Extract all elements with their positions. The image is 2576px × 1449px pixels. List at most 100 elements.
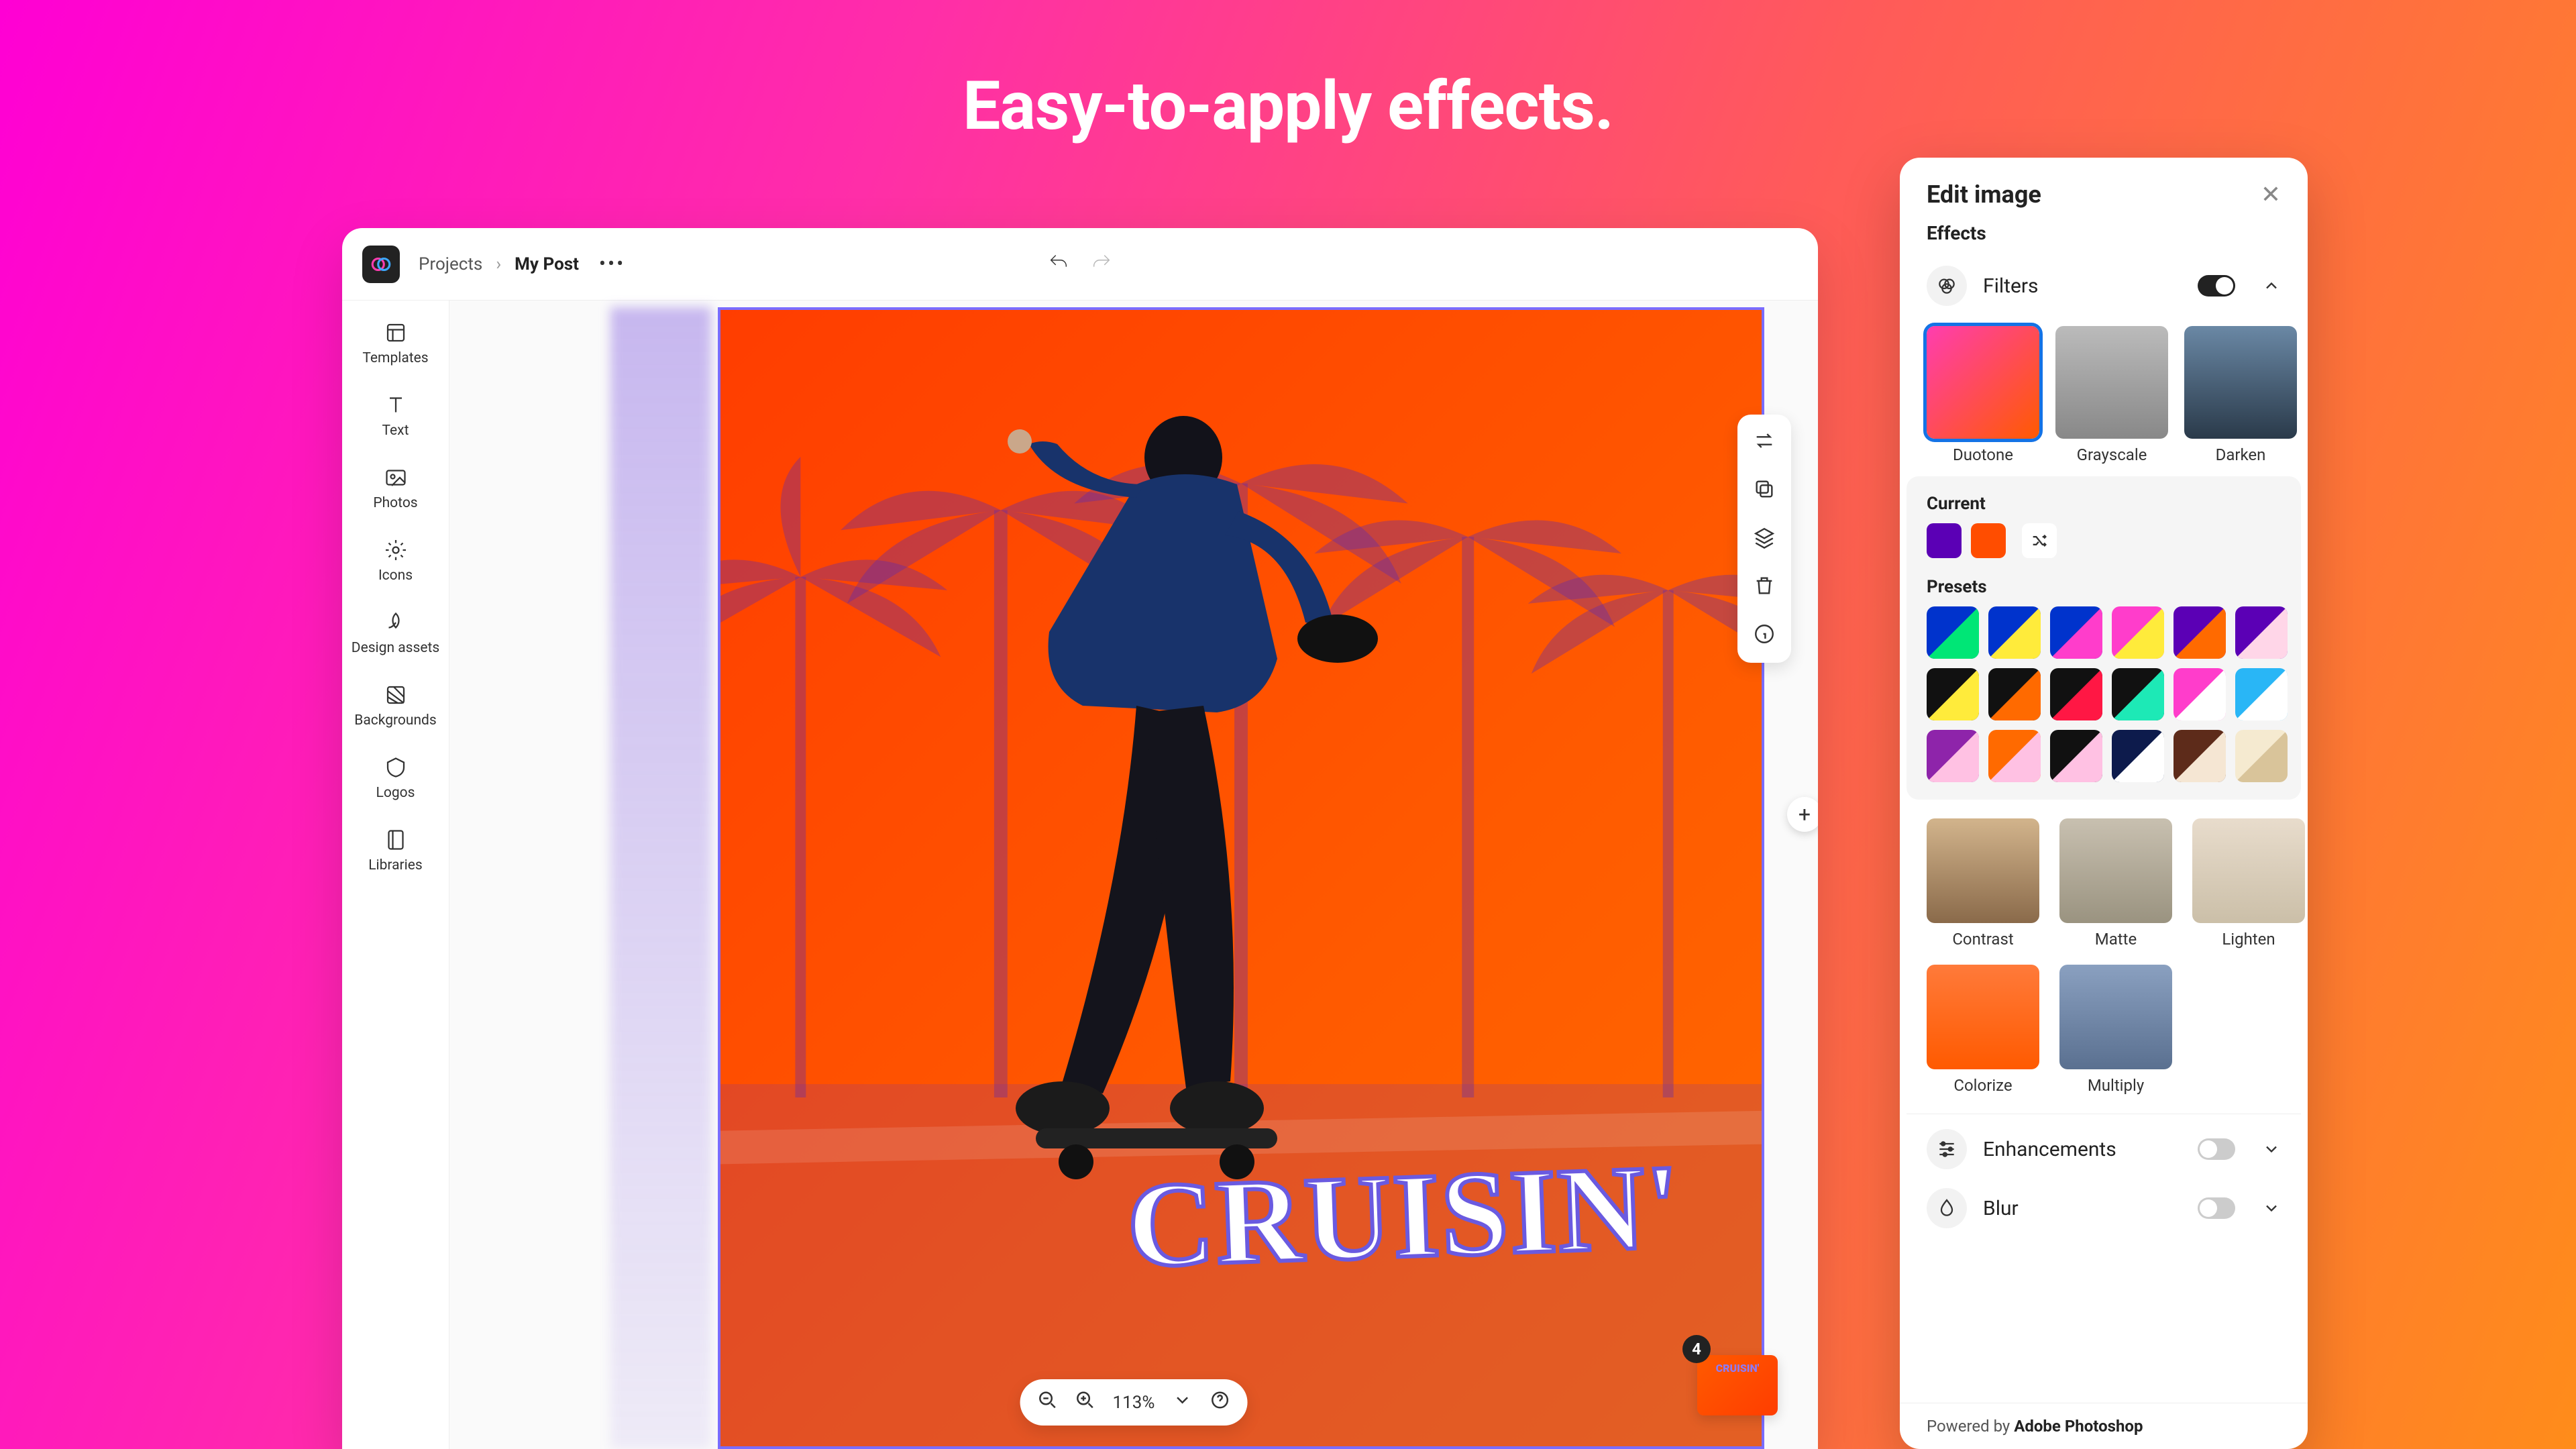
footer-prefix: Powered by bbox=[1927, 1417, 2014, 1436]
more-icon[interactable]: ••• bbox=[599, 252, 625, 276]
preset-swatch[interactable] bbox=[1927, 730, 1979, 782]
zoom-in-icon[interactable] bbox=[1075, 1390, 1095, 1415]
filter-tiles: Duotone Grayscale Darken bbox=[1900, 315, 2308, 470]
presets-label: Presets bbox=[1927, 577, 2281, 597]
chevron-down-icon[interactable] bbox=[2262, 1199, 2281, 1218]
chevron-down-icon[interactable] bbox=[1172, 1390, 1192, 1415]
preset-swatch[interactable] bbox=[2235, 606, 2288, 659]
blur-row[interactable]: Blur bbox=[1900, 1179, 2308, 1238]
sidebar-item-backgrounds[interactable]: Backgrounds bbox=[342, 683, 449, 729]
sidebar-item-text[interactable]: Text bbox=[342, 393, 449, 439]
panel-section-title: Effects bbox=[1900, 222, 2308, 256]
sidebar-item-templates[interactable]: Templates bbox=[342, 321, 449, 366]
presets-grid bbox=[1927, 606, 2281, 782]
preset-swatch[interactable] bbox=[2174, 606, 2226, 659]
filter-tile-multiply[interactable]: Multiply bbox=[2059, 965, 2172, 1095]
sidebar-item-design-assets[interactable]: Design assets bbox=[342, 610, 449, 656]
filter-tile-lighten[interactable]: Lighten bbox=[2192, 818, 2305, 949]
filter-tile-label: Contrast bbox=[1952, 930, 2013, 949]
preset-swatch[interactable] bbox=[2174, 668, 2226, 720]
swatch-current-2[interactable] bbox=[1971, 523, 2006, 558]
zoom-bar: 113% bbox=[1020, 1379, 1248, 1426]
footer-brand: Adobe Photoshop bbox=[2014, 1417, 2143, 1436]
sidebar-item-icons[interactable]: Icons bbox=[342, 538, 449, 584]
enhancements-row[interactable]: Enhancements bbox=[1900, 1120, 2308, 1179]
add-button[interactable]: + bbox=[1787, 797, 1818, 832]
preset-swatch[interactable] bbox=[2235, 730, 2288, 782]
enhancements-label: Enhancements bbox=[1983, 1138, 2182, 1161]
filters-toggle[interactable] bbox=[2198, 275, 2235, 297]
filters-row[interactable]: Filters bbox=[1900, 256, 2308, 315]
filter-tile-label: Lighten bbox=[2222, 930, 2275, 949]
enhancements-toggle[interactable] bbox=[2198, 1138, 2235, 1160]
swap-icon[interactable] bbox=[1753, 429, 1776, 455]
sidebar-item-label: Icons bbox=[378, 568, 413, 584]
artboard[interactable]: CRUISIN' bbox=[718, 307, 1764, 1449]
filter-tile-matte[interactable]: Matte bbox=[2059, 818, 2172, 949]
chevron-up-icon[interactable] bbox=[2262, 276, 2281, 295]
filter-tile-label: Matte bbox=[2095, 930, 2137, 949]
redo-icon[interactable] bbox=[1090, 252, 1113, 277]
sidebar-item-label: Libraries bbox=[368, 857, 423, 873]
close-icon[interactable]: ✕ bbox=[2261, 180, 2281, 209]
help-icon[interactable] bbox=[1210, 1390, 1230, 1415]
canvas-text-overlay[interactable]: CRUISIN' bbox=[1124, 1137, 1683, 1295]
breadcrumb-current: My Post bbox=[515, 254, 579, 274]
preset-swatch[interactable] bbox=[1927, 668, 1979, 720]
blur-label: Blur bbox=[1983, 1197, 2182, 1220]
pages-thumbnail[interactable]: CRUISIN' bbox=[1697, 1355, 1778, 1415]
swatch-current-1[interactable] bbox=[1927, 523, 1962, 558]
chevron-down-icon[interactable] bbox=[2262, 1140, 2281, 1159]
preset-swatch[interactable] bbox=[2235, 668, 2288, 720]
filters-label: Filters bbox=[1983, 274, 2182, 298]
trash-icon[interactable] bbox=[1753, 574, 1776, 600]
preset-swatch[interactable] bbox=[2112, 730, 2164, 782]
panel-title: Edit image bbox=[1927, 180, 2041, 209]
layers-icon[interactable] bbox=[1753, 526, 1776, 551]
filter-tile-grayscale[interactable]: Grayscale bbox=[2055, 326, 2168, 464]
preset-swatch[interactable] bbox=[2112, 606, 2164, 659]
preset-swatch[interactable] bbox=[1988, 668, 2041, 720]
zoom-out-icon[interactable] bbox=[1038, 1390, 1058, 1415]
preset-swatch[interactable] bbox=[2174, 730, 2226, 782]
sidebar-item-photos[interactable]: Photos bbox=[342, 466, 449, 511]
filters-icon bbox=[1927, 266, 1967, 306]
preset-swatch[interactable] bbox=[2050, 606, 2102, 659]
filter-tile-colorize[interactable]: Colorize bbox=[1927, 965, 2039, 1095]
sidebar-item-logos[interactable]: Logos bbox=[342, 755, 449, 801]
preset-swatch[interactable] bbox=[1927, 606, 1979, 659]
sidebar-item-label: Design assets bbox=[352, 640, 439, 656]
info-icon[interactable] bbox=[1753, 623, 1776, 648]
filter-tile-darken[interactable]: Darken bbox=[2184, 326, 2297, 464]
undo-icon[interactable] bbox=[1047, 252, 1070, 277]
filter-tile-duotone[interactable]: Duotone bbox=[1927, 326, 2039, 464]
sidebar-item-label: Logos bbox=[376, 785, 415, 801]
more-filter-tiles: Contrast Matte Lighten Colorize Multiply bbox=[1900, 818, 2308, 1108]
app-logo[interactable] bbox=[362, 246, 400, 283]
canvas-float-toolbar bbox=[1737, 415, 1791, 663]
breadcrumb-projects[interactable]: Projects bbox=[419, 254, 482, 274]
shuffle-icon[interactable] bbox=[2022, 523, 2057, 558]
preset-swatch[interactable] bbox=[1988, 730, 2041, 782]
hero-title: Easy-to-apply effects. bbox=[0, 67, 2576, 146]
pages-count-badge[interactable]: 4 bbox=[1682, 1335, 1711, 1363]
preset-swatch[interactable] bbox=[2050, 730, 2102, 782]
sidebar-item-label: Templates bbox=[362, 350, 428, 366]
edit-image-panel: Edit image ✕ Effects Filters Duotone Gra… bbox=[1900, 158, 2308, 1449]
sliders-icon bbox=[1927, 1129, 1967, 1169]
sidebar-item-libraries[interactable]: Libraries bbox=[342, 828, 449, 873]
preset-swatch[interactable] bbox=[2112, 668, 2164, 720]
filter-tile-contrast[interactable]: Contrast bbox=[1927, 818, 2039, 949]
duplicate-icon[interactable] bbox=[1753, 478, 1776, 503]
zoom-value[interactable]: 113% bbox=[1113, 1393, 1155, 1413]
preset-swatch[interactable] bbox=[1988, 606, 2041, 659]
filter-tile-label: Multiply bbox=[2088, 1076, 2144, 1095]
filter-tile-label: Duotone bbox=[1953, 445, 2013, 464]
canvas-area: CRUISIN' + 113% CRUISIN' 4 bbox=[449, 301, 1818, 1449]
current-label: Current bbox=[1927, 494, 2281, 514]
filter-tile-label: Colorize bbox=[1953, 1076, 2012, 1095]
preset-swatch[interactable] bbox=[2050, 668, 2102, 720]
blur-icon bbox=[1927, 1188, 1967, 1228]
blur-toggle[interactable] bbox=[2198, 1197, 2235, 1219]
sidebar-item-label: Text bbox=[382, 423, 409, 439]
